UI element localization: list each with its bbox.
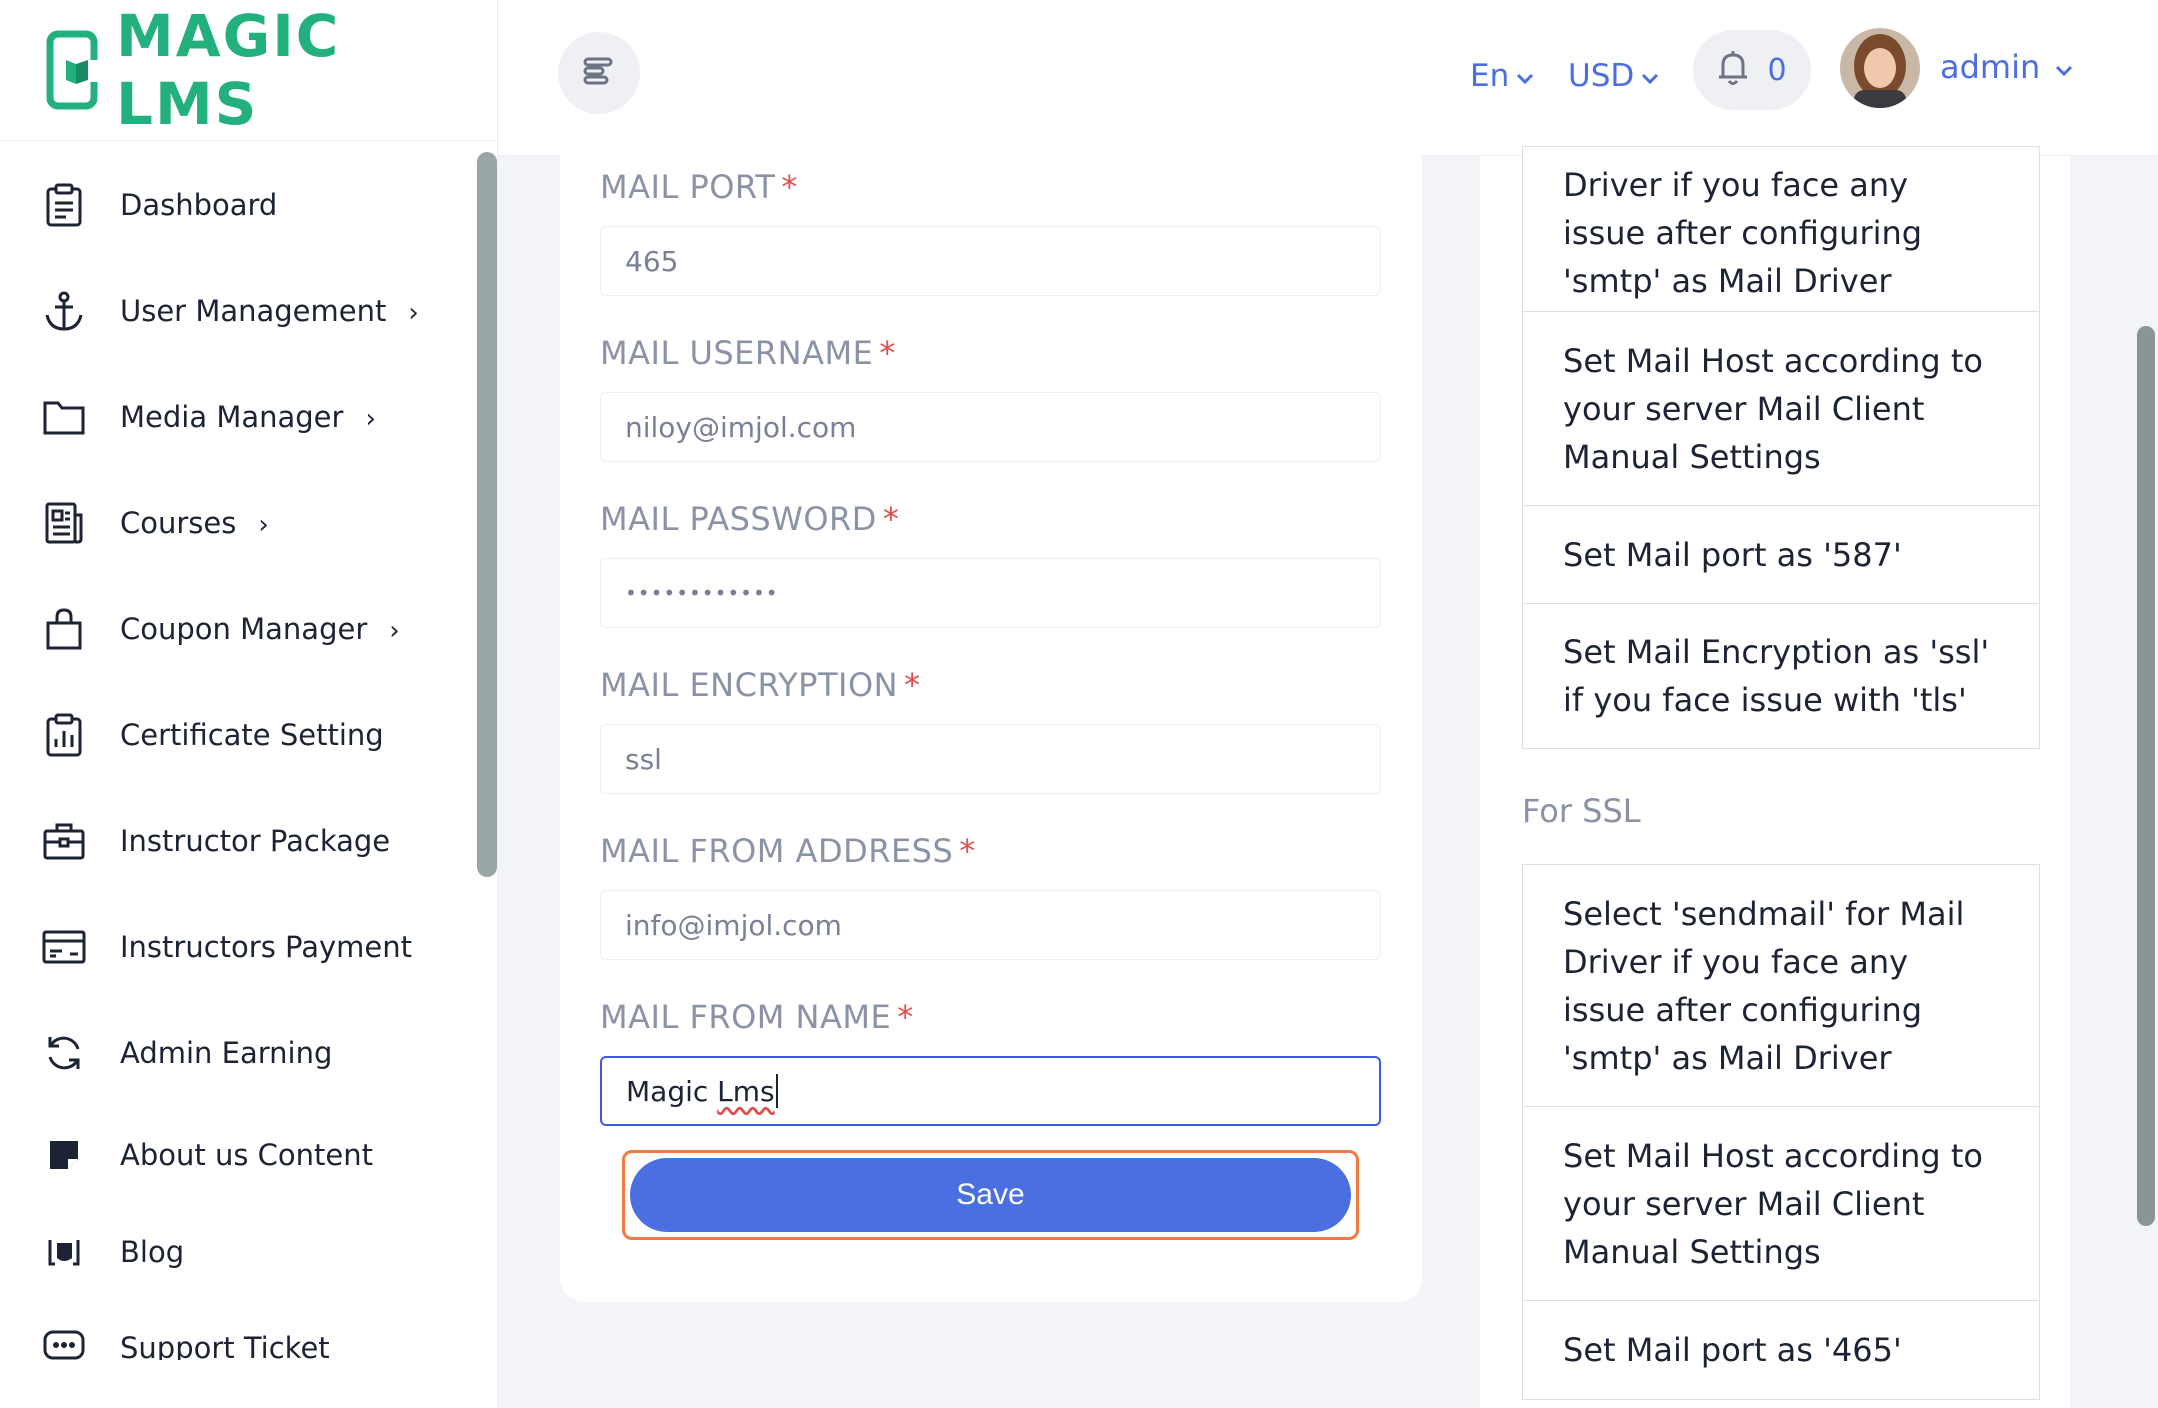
sidebar-item-label: Media Manager › — [120, 400, 376, 434]
ssl-instructions-list: Select 'sendmail' for Mail Driver if you… — [1522, 864, 2040, 1400]
folder-icon — [40, 393, 88, 441]
sidebar-item-blog[interactable]: Blog — [0, 1212, 470, 1292]
page-scrollbar[interactable] — [2137, 326, 2155, 1226]
save-button[interactable]: Save — [630, 1158, 1351, 1232]
notification-count: 0 — [1767, 52, 1787, 88]
list-item: Set Mail Host according to your server M… — [1523, 312, 2039, 506]
mail-encryption-input[interactable]: ssl — [600, 724, 1381, 794]
chevron-right-icon: › — [389, 616, 400, 646]
briefcase-icon — [40, 817, 88, 865]
sidebar-item-about-us-content[interactable]: About us Content — [0, 1115, 470, 1195]
newspaper-icon — [40, 499, 88, 547]
sidebar-scrollbar[interactable] — [477, 152, 497, 877]
credit-card-icon — [40, 923, 88, 971]
sidebar-item-certificate-setting[interactable]: Certificate Setting — [0, 695, 470, 775]
list-item: Set Mail port as '587' — [1523, 506, 2039, 604]
sidebar-item-support-ticket[interactable]: Support Ticket — [0, 1308, 470, 1360]
currency-dropdown[interactable]: USD — [1568, 58, 1660, 94]
mail-password-label: MAIL PASSWORD * — [600, 500, 900, 538]
sidebar-item-dashboard[interactable]: Dashboard — [0, 165, 470, 245]
chevron-down-icon — [1640, 58, 1660, 94]
mail-from-name-input[interactable]: Magic Lms — [600, 1056, 1381, 1126]
mail-password-input[interactable]: •••••••••••• — [600, 558, 1381, 628]
sidebar-item-label: Admin Earning — [120, 1036, 333, 1070]
mail-from-name-label: MAIL FROM NAME * — [600, 998, 914, 1036]
sidebar-item-instructors-payment[interactable]: Instructors Payment — [0, 907, 470, 987]
align-left-icon — [582, 56, 616, 90]
user-name: admin — [1940, 48, 2041, 86]
sidebar-item-label: Instructors Payment — [120, 930, 412, 964]
brand-name: MAGIC LMS — [116, 2, 341, 138]
sidebar-item-media-manager[interactable]: Media Manager › — [0, 377, 470, 457]
sidebar: MAGIC LMS Dashboard User Management › Med… — [0, 0, 498, 1408]
clipboard-list-icon — [40, 181, 88, 229]
mail-username-input[interactable]: niloy@imjol.com — [600, 392, 1381, 462]
sidebar-divider — [0, 140, 498, 141]
chevron-down-icon — [1515, 58, 1535, 94]
avatar[interactable] — [1840, 28, 1920, 108]
notifications-button[interactable]: 0 — [1693, 30, 1811, 110]
shopping-bag-icon — [40, 605, 88, 653]
anchor-icon — [40, 287, 88, 335]
chevron-down-icon — [2054, 48, 2074, 86]
refresh-icon — [40, 1029, 88, 1077]
sidebar-item-instructor-package[interactable]: Instructor Package — [0, 801, 470, 881]
sidebar-item-admin-earning[interactable]: Admin Earning — [0, 1013, 470, 1093]
chevron-right-icon: › — [258, 510, 269, 540]
sticky-note-icon — [40, 1131, 88, 1179]
sidebar-item-label: Courses › — [120, 506, 269, 540]
sidebar-item-label: Support Ticket — [120, 1331, 330, 1360]
sidebar-item-label: User Management › — [120, 294, 419, 328]
sidebar-item-courses[interactable]: Courses › — [0, 483, 470, 563]
mail-from-address-input[interactable]: info@imjol.com — [600, 890, 1381, 960]
sidebar-item-user-management[interactable]: User Management › — [0, 271, 470, 351]
sidebar-nav: Dashboard User Management › Media Manager… — [0, 150, 478, 1360]
blog-icon — [40, 1228, 88, 1276]
mail-encryption-label: MAIL ENCRYPTION * — [600, 666, 921, 704]
ssl-heading: For SSL — [1522, 792, 1641, 830]
mail-help-panel: Driver if you face any issue after confi… — [1480, 146, 2070, 1408]
bell-icon — [1717, 49, 1749, 91]
clipboard-chart-icon — [40, 711, 88, 759]
currency-label: USD — [1568, 58, 1635, 94]
brand-logo[interactable]: MAGIC LMS — [46, 2, 497, 138]
sidebar-item-label: Coupon Manager › — [120, 612, 400, 646]
user-menu[interactable]: admin — [1940, 48, 2074, 86]
mail-settings-form: MAIL PORT * 465 MAIL USERNAME * niloy@imjo… — [560, 120, 1422, 1302]
sidebar-item-label: Dashboard — [120, 188, 278, 222]
list-item: Set Mail port as '465' — [1563, 1331, 1902, 1369]
mail-port-label: MAIL PORT * — [600, 168, 798, 206]
sidebar-item-label: Certificate Setting — [120, 718, 384, 752]
sidebar-item-label: Instructor Package — [120, 824, 391, 858]
language-label: En — [1470, 58, 1510, 94]
chevron-right-icon: › — [408, 298, 419, 328]
mail-port-input[interactable]: 465 — [600, 226, 1381, 296]
sidebar-item-label: About us Content — [120, 1138, 373, 1172]
mail-from-address-label: MAIL FROM ADDRESS * — [600, 832, 976, 870]
text-caret — [775, 1074, 778, 1108]
chevron-right-icon: › — [365, 404, 376, 434]
logo-book-icon — [46, 30, 102, 110]
menu-toggle-button[interactable] — [558, 32, 640, 114]
list-item: Set Mail Encryption as 'ssl' if you face… — [1563, 633, 1990, 719]
list-item: Set Mail Host according to your server M… — [1523, 1107, 2039, 1301]
list-item: Driver if you face any issue after confi… — [1523, 147, 2039, 312]
sidebar-item-coupon-manager[interactable]: Coupon Manager › — [0, 589, 470, 669]
language-dropdown[interactable]: En — [1470, 58, 1535, 94]
chat-bubble-icon — [40, 1324, 88, 1360]
mail-username-label: MAIL USERNAME * — [600, 334, 896, 372]
tls-instructions-list: Driver if you face any issue after confi… — [1522, 146, 2040, 749]
sidebar-item-label: Blog — [120, 1235, 185, 1269]
list-item: Select 'sendmail' for Mail Driver if you… — [1523, 865, 2039, 1107]
